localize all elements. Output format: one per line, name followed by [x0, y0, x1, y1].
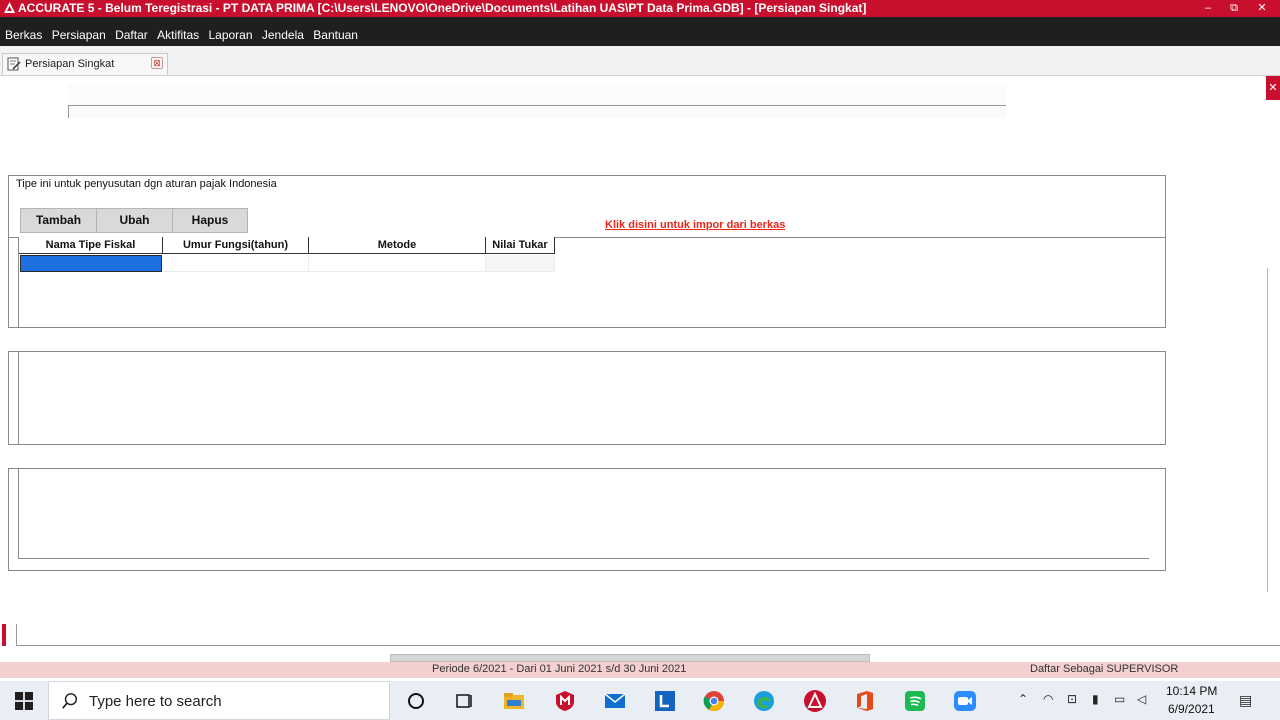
- zoom-icon[interactable]: [953, 689, 977, 713]
- bottom-divider-v: [16, 624, 17, 646]
- tab-label: Persiapan Singkat: [25, 58, 115, 70]
- volume-icon[interactable]: ◁: [1137, 692, 1146, 706]
- tab-persiapan-singkat[interactable]: Persiapan Singkat ⊠: [2, 53, 168, 75]
- grid-cell[interactable]: [486, 255, 555, 272]
- cortana-icon[interactable]: [404, 689, 428, 713]
- clock-date[interactable]: 6/9/2021: [1168, 702, 1215, 716]
- accurate-logo-icon: [4, 2, 15, 13]
- clock-time[interactable]: 10:14 PM: [1166, 684, 1217, 698]
- status-periode: Periode 6/2021 - Dari 01 Juni 2021 s/d 3…: [432, 663, 687, 675]
- restore-button[interactable]: ⧉: [1222, 0, 1246, 17]
- minimize-button[interactable]: –: [1196, 0, 1220, 17]
- menu-berkas[interactable]: Berkas: [5, 27, 42, 44]
- menu-jendela[interactable]: Jendela: [262, 27, 304, 44]
- import-from-file-link[interactable]: Klik disini untuk impor dari berkas: [605, 219, 785, 231]
- add-button-label: Tambah: [35, 213, 82, 227]
- grid-cell[interactable]: [163, 255, 309, 272]
- form-close-button[interactable]: ✕: [1266, 76, 1280, 100]
- edit-button-label: Ubah: [119, 213, 150, 227]
- search-icon: [62, 693, 78, 709]
- tab-close-icon[interactable]: ⊠: [151, 57, 163, 69]
- spotify-icon[interactable]: [903, 689, 927, 713]
- menu-bar: Berkas Persiapan Daftar Aktifitas Lapora…: [0, 27, 1280, 46]
- panel-description: Tipe ini untuk penyusutan dgn aturan paj…: [16, 178, 277, 190]
- chrome-icon[interactable]: [702, 689, 726, 713]
- menu-laporan[interactable]: Laporan: [208, 27, 252, 44]
- menu-daftar[interactable]: Daftar: [115, 27, 148, 44]
- wifi-icon[interactable]: ◠: [1043, 692, 1053, 706]
- column-header-nama-tipe-fiskal[interactable]: Nama Tipe Fiskal: [19, 237, 163, 254]
- menu-bantuan[interactable]: Bantuan: [313, 27, 358, 44]
- search-placeholder: Type here to search: [89, 693, 222, 710]
- column-header-metode[interactable]: Metode: [309, 237, 486, 254]
- task-view-icon[interactable]: [452, 689, 476, 713]
- close-window-button[interactable]: ✕: [1250, 0, 1274, 17]
- panel-2: [8, 351, 1166, 445]
- add-button[interactable]: Tambah: [20, 208, 97, 233]
- mail-icon[interactable]: [603, 689, 627, 713]
- fiscal-type-grid[interactable]: Nama Tipe Fiskal Umur Fungsi(tahun) Meto…: [19, 237, 555, 273]
- grid-cell[interactable]: [309, 255, 486, 272]
- status-user: Daftar Sebagai SUPERVISOR: [1030, 663, 1179, 675]
- panel-3: [8, 468, 1166, 571]
- window-title: ACCURATE 5 - Belum Teregistrasi - PT DAT…: [18, 1, 867, 15]
- edit-button[interactable]: Ubah: [96, 208, 173, 233]
- start-button[interactable]: [0, 681, 48, 720]
- show-hidden-icons-icon[interactable]: ⌃: [1018, 692, 1028, 706]
- bottom-divider: [16, 645, 1280, 646]
- left-marker: [2, 624, 6, 646]
- network-icon[interactable]: ⊡: [1067, 692, 1077, 706]
- app-l-icon[interactable]: [653, 689, 677, 713]
- horizontal-scrollbar[interactable]: [390, 654, 870, 662]
- menubar-top-strip: [0, 17, 1280, 27]
- accurate-icon[interactable]: [803, 689, 827, 713]
- column-header-nilai-tukar[interactable]: Nilai Tukar: [486, 237, 555, 254]
- office-icon[interactable]: [853, 689, 877, 713]
- windows-start-icon: [15, 692, 33, 710]
- menu-persiapan[interactable]: Persiapan: [52, 27, 106, 44]
- delete-button-label: Hapus: [191, 213, 229, 227]
- edge-icon[interactable]: [752, 689, 776, 713]
- document-edit-icon: [7, 57, 21, 71]
- usb-icon[interactable]: ▮: [1092, 692, 1099, 706]
- notifications-icon[interactable]: ▤: [1239, 692, 1252, 709]
- right-edge-divider: [1267, 268, 1271, 592]
- window-title-bar: ACCURATE 5 - Belum Teregistrasi - PT DAT…: [0, 0, 1280, 17]
- battery-icon[interactable]: ▭: [1114, 692, 1125, 706]
- file-explorer-icon[interactable]: [502, 689, 526, 713]
- delete-button[interactable]: Hapus: [172, 208, 248, 233]
- column-header-umur-fungsi[interactable]: Umur Fungsi(tahun): [163, 237, 309, 254]
- wizard-header-box: [68, 84, 1006, 118]
- grid-cell-selected[interactable]: [20, 255, 162, 272]
- tab-strip: [0, 46, 1280, 76]
- mcafee-icon[interactable]: [553, 689, 577, 713]
- taskbar-search[interactable]: Type here to search: [48, 681, 390, 720]
- menu-aktifitas[interactable]: Aktifitas: [157, 27, 199, 44]
